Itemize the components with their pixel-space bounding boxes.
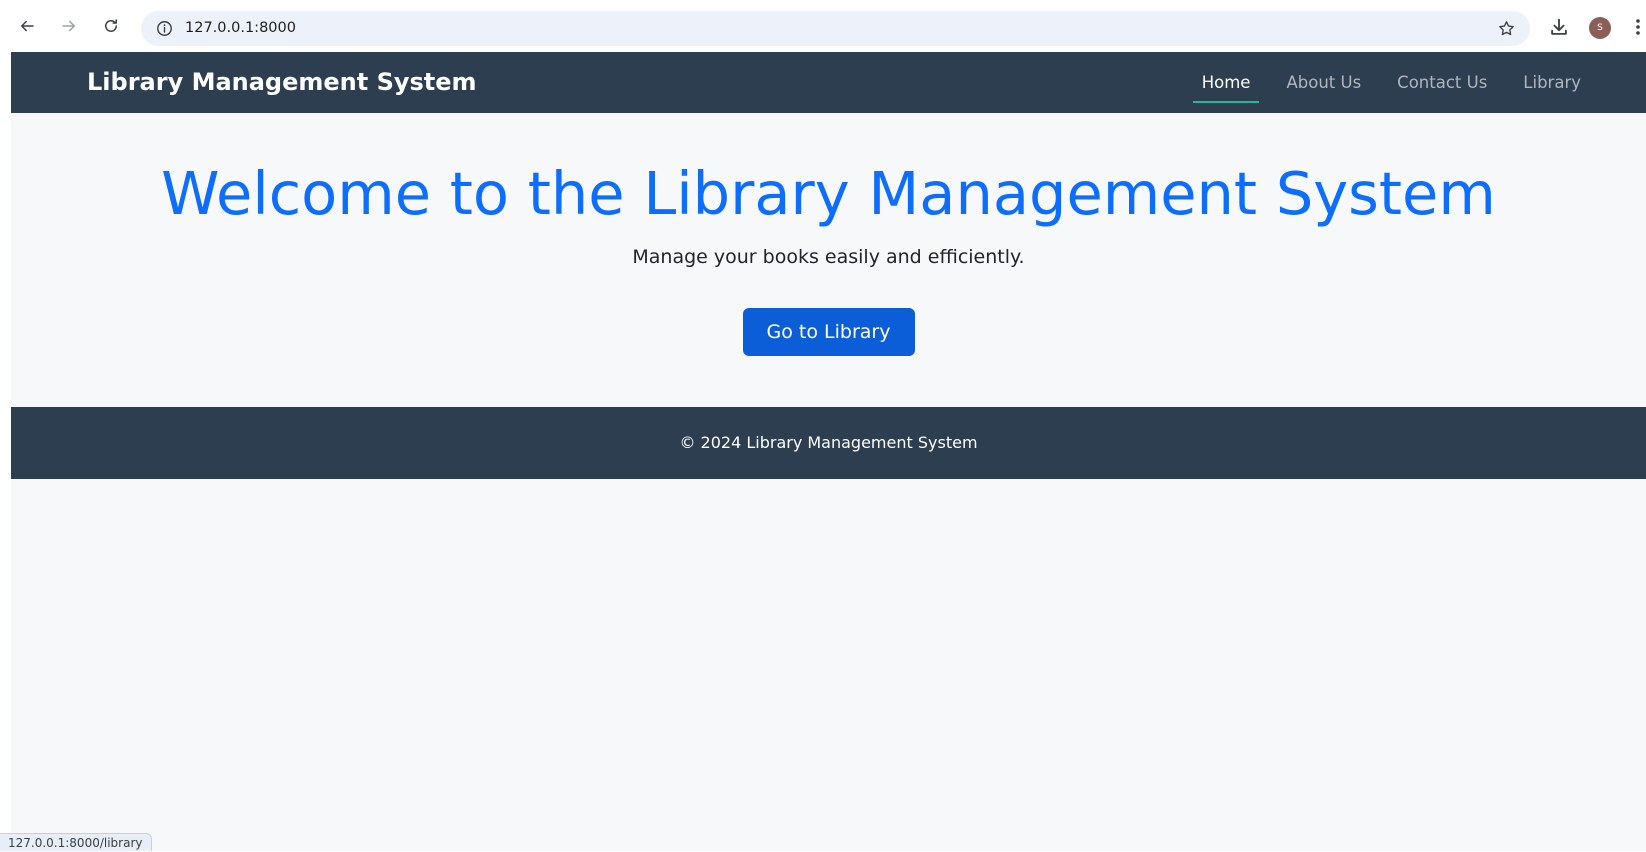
link-status-bubble: 127.0.0.1:8000/library	[0, 833, 153, 851]
arrow-left-icon	[21, 20, 34, 32]
info-icon[interactable]	[155, 19, 174, 38]
nav-about-us[interactable]: About Us	[1277, 52, 1370, 113]
site-header: Library Management System Home About Us …	[11, 52, 1646, 113]
profile-avatar[interactable]: S	[1589, 17, 1611, 39]
site-footer: © 2024 Library Management System	[11, 407, 1646, 479]
nav-contact-us[interactable]: Contact Us	[1388, 52, 1496, 113]
arrow-right-icon	[62, 20, 75, 32]
brand-logo[interactable]: Library Management System	[87, 52, 477, 113]
nav-home[interactable]: Home	[1192, 52, 1260, 113]
page-title: Welcome to the Library Management System	[161, 159, 1496, 228]
kebab-menu-icon[interactable]	[1634, 16, 1642, 38]
main-nav: Home About Us Contact Us Library	[1192, 52, 1590, 113]
reload-button[interactable]	[97, 12, 125, 40]
page-subtitle: Manage your books easily and efficiently…	[632, 246, 1025, 268]
url-text[interactable]: 127.0.0.1:8000	[185, 11, 296, 46]
footer-copyright: © 2024 Library Management System	[679, 433, 978, 452]
reload-icon	[105, 19, 117, 32]
go-to-library-button[interactable]: Go to Library	[742, 308, 915, 356]
download-icon[interactable]	[1548, 16, 1570, 38]
star-icon[interactable]	[1497, 19, 1516, 38]
forward-button[interactable]	[55, 12, 83, 40]
address-bar[interactable]: 127.0.0.1:8000	[141, 11, 1530, 46]
back-button[interactable]	[13, 12, 41, 40]
hero-section: Welcome to the Library Management System…	[11, 113, 1646, 356]
nav-library[interactable]: Library	[1514, 52, 1590, 113]
browser-toolbar: 127.0.0.1:8000 S	[0, 0, 1646, 52]
page-viewport: Library Management System Home About Us …	[11, 52, 1646, 851]
